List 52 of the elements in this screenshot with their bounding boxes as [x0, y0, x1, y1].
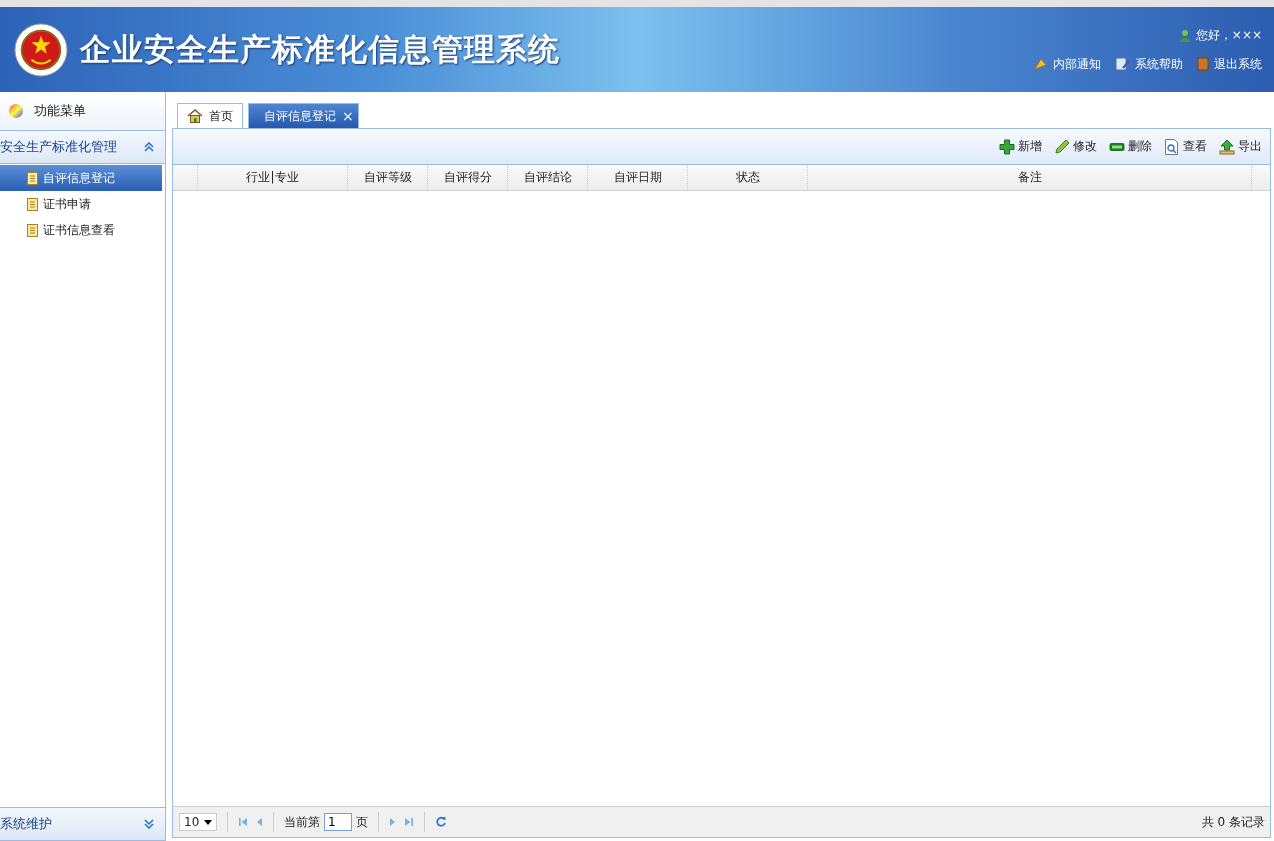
toolbar-button[interactable]: 修改 [1050, 136, 1101, 157]
caret-icon [204, 819, 212, 825]
header-link[interactable]: 内部通知 [1033, 55, 1101, 73]
menu-group-header[interactable]: 安全生产标准化管理 [0, 131, 165, 164]
menu-item[interactable]: 证书申请 [0, 191, 162, 217]
record-count-text: 共 0 条记录 [1201, 813, 1265, 831]
door-icon [1197, 57, 1209, 71]
document-icon [27, 197, 38, 211]
column-header: 自评得分 [428, 165, 508, 190]
column-header: 状态 [688, 165, 808, 190]
collapse-chevron-icon [143, 142, 155, 152]
toolbar-button[interactable]: 新增 [995, 136, 1046, 157]
greeting-text: 您好，××× [1195, 26, 1262, 44]
toolbar-button[interactable]: 导出 [1215, 136, 1266, 157]
pencil-icon [1054, 138, 1070, 155]
plus-icon [999, 138, 1015, 155]
document-icon [27, 223, 38, 237]
previous-page-icon[interactable] [256, 817, 263, 827]
document-pencil-icon [1115, 57, 1130, 71]
last-page-icon[interactable] [404, 817, 414, 827]
home-icon [187, 109, 203, 123]
menu-item[interactable]: 证书信息查看 [0, 217, 162, 243]
first-page-icon[interactable] [238, 817, 248, 827]
column-header: 自评日期 [588, 165, 688, 190]
header-link[interactable]: 系统帮助 [1115, 55, 1183, 73]
document-icon [27, 171, 38, 185]
expand-chevron-icon [143, 819, 155, 829]
column-header: 自评等级 [348, 165, 428, 190]
menu-item[interactable]: 自评信息登记 [0, 165, 162, 191]
column-header: 行业|专业 [198, 165, 348, 190]
minus-icon [1109, 140, 1125, 153]
user-icon [1178, 28, 1191, 42]
page-size-select[interactable]: 10 [179, 813, 217, 831]
page-label: 当前第 [284, 813, 320, 831]
emblem-logo [14, 22, 68, 77]
column-header: 自评结论 [508, 165, 588, 190]
page-number-field[interactable]: 1 [324, 813, 352, 831]
refresh-icon[interactable] [435, 816, 447, 828]
close-icon[interactable]: × [342, 109, 354, 123]
menu-group-header[interactable]: 系统维护 [0, 807, 165, 841]
upload-icon [1219, 138, 1235, 155]
toolbar-button[interactable]: 查看 [1160, 136, 1211, 157]
column-header: 备注 [808, 165, 1252, 190]
header-link[interactable]: 退出系统 [1197, 55, 1262, 73]
color-wheel-icon [8, 103, 24, 119]
next-page-icon[interactable] [389, 817, 396, 827]
magnifier-document-icon [1164, 138, 1180, 155]
page-label: 页 [356, 813, 368, 831]
app-title: 企业安全生产标准化信息管理系统 [80, 29, 560, 69]
tab[interactable]: 首页 [177, 103, 243, 128]
toolbar-button[interactable]: 删除 [1105, 136, 1156, 157]
tab[interactable]: 自评信息登记 × [248, 103, 359, 128]
